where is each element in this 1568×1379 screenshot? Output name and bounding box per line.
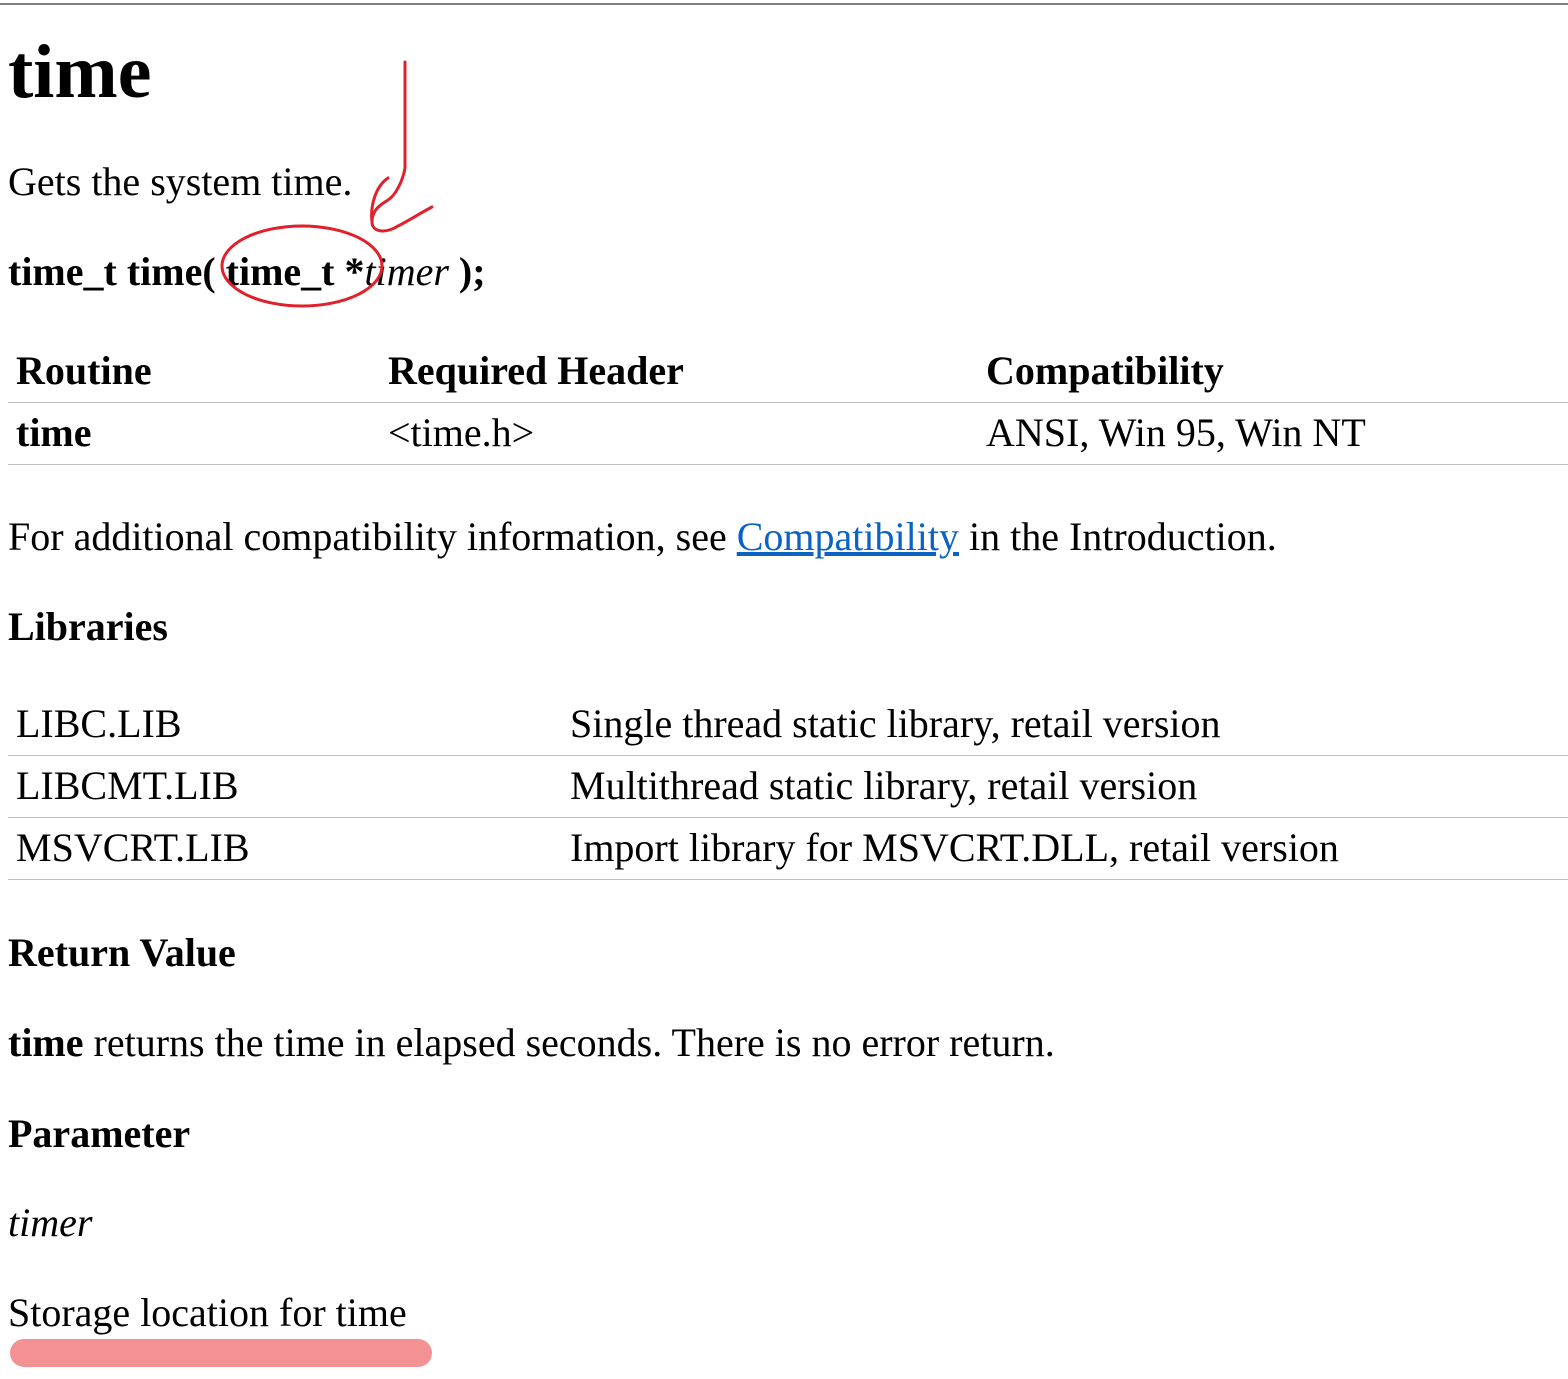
circle-annotation [220, 224, 384, 308]
arrow-annotation [370, 60, 434, 233]
pen-annotation-layer [220, 60, 434, 308]
